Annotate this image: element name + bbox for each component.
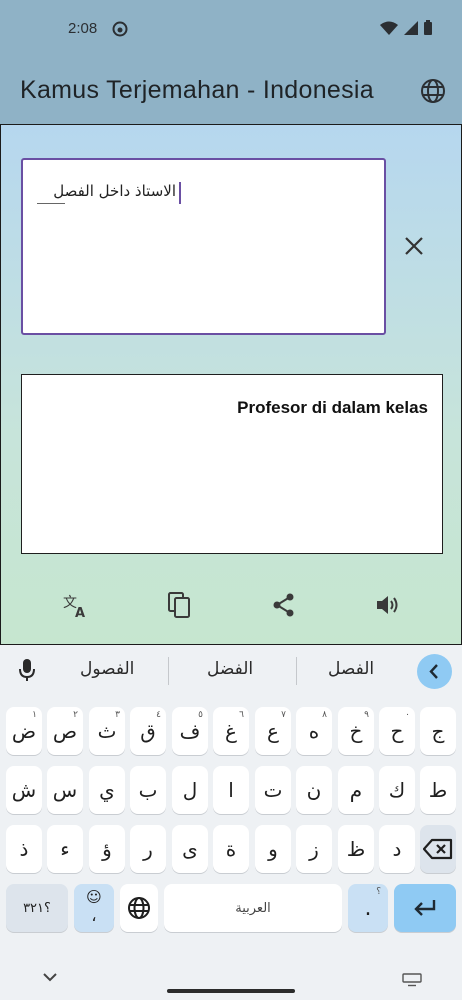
wifi-icon	[380, 21, 398, 35]
key[interactable]: ع٧	[255, 707, 291, 755]
backspace-key[interactable]	[420, 825, 456, 873]
key[interactable]: ن	[296, 766, 332, 814]
notification-icon	[112, 21, 128, 37]
enter-icon	[414, 900, 436, 916]
key[interactable]: ص٢	[47, 707, 83, 755]
keyboard-switch-icon[interactable]	[402, 973, 422, 987]
language-globe-icon[interactable]	[418, 76, 448, 106]
key[interactable]: س	[47, 766, 83, 814]
suggestion-1[interactable]: الفصول	[80, 659, 134, 679]
key[interactable]: ل	[172, 766, 208, 814]
translated-text: Profesor di dalam kelas	[237, 398, 428, 417]
key[interactable]: ر	[130, 825, 166, 873]
key[interactable]: ذ	[6, 825, 42, 873]
translate-icon[interactable]: 文 A	[62, 591, 90, 619]
key[interactable]: ا	[213, 766, 249, 814]
key[interactable]: ب	[130, 766, 166, 814]
copy-icon[interactable]	[166, 591, 194, 619]
key[interactable]: ة	[213, 825, 249, 873]
key[interactable]: ؤ	[89, 825, 125, 873]
key[interactable]: ء	[47, 825, 83, 873]
emoji-key[interactable]: ☺ ،	[74, 884, 114, 932]
key[interactable]: ط	[420, 766, 456, 814]
suggestion-2[interactable]: الفضل	[207, 659, 253, 679]
source-text: الاستاذ داخل الفصل	[53, 182, 176, 200]
svg-text:A: A	[75, 606, 85, 619]
period-key[interactable]: . ؟	[348, 884, 388, 932]
backspace-icon	[423, 838, 453, 860]
key[interactable]: ح٠	[379, 707, 415, 755]
key[interactable]: م	[338, 766, 374, 814]
enter-key[interactable]	[394, 884, 456, 932]
signal-icon	[404, 20, 418, 35]
key[interactable]: ض١	[6, 707, 42, 755]
key[interactable]: ف٥	[172, 707, 208, 755]
translation-output: Profesor di dalam kelas	[21, 374, 443, 554]
speaker-icon[interactable]	[374, 591, 402, 619]
home-indicator[interactable]	[167, 989, 295, 993]
key[interactable]: ك	[379, 766, 415, 814]
clear-icon[interactable]	[403, 235, 425, 257]
status-time: 2:08	[68, 20, 98, 37]
navigation-bar	[0, 957, 462, 1000]
suggestion-divider	[296, 657, 297, 685]
key[interactable]: ى	[172, 825, 208, 873]
chevron-down-icon[interactable]	[42, 971, 58, 983]
key[interactable]: ي	[89, 766, 125, 814]
translation-panel: الاستاذ داخل الفصل Profesor di dalam kel…	[0, 124, 462, 644]
text-caret	[179, 182, 181, 204]
key[interactable]: ث٣	[89, 707, 125, 755]
share-icon[interactable]	[270, 591, 298, 619]
key[interactable]: ت	[255, 766, 291, 814]
key[interactable]: ه٨	[296, 707, 332, 755]
key[interactable]: و	[255, 825, 291, 873]
key[interactable]: ز	[296, 825, 332, 873]
key[interactable]: ج	[420, 707, 456, 755]
key[interactable]: خ٩	[338, 707, 374, 755]
chevron-left-icon[interactable]	[417, 654, 452, 689]
keyboard: الفصول الفضل الفصل ض١ ص٢ ث٣ ق٤ ف٥ غ٦ ع٧ …	[0, 644, 462, 1000]
key[interactable]: د	[379, 825, 415, 873]
action-toolbar: 文 A	[1, 585, 462, 625]
emoji-icon: ☺	[86, 888, 102, 906]
globe-icon	[128, 897, 150, 919]
key[interactable]: ق٤	[130, 707, 166, 755]
status-bar: 2:08	[0, 0, 462, 60]
space-key[interactable]: العربية	[164, 884, 342, 932]
spell-underline	[37, 203, 65, 204]
app-bar: 2:08 Kamus Terjemahan - Indonesia	[0, 0, 462, 124]
symbols-key[interactable]: ؟٣٢١	[6, 884, 68, 932]
key[interactable]: غ٦	[213, 707, 249, 755]
microphone-icon[interactable]	[17, 658, 37, 682]
page-title: Kamus Terjemahan - Indonesia	[20, 76, 374, 104]
source-text-input[interactable]: الاستاذ داخل الفصل	[21, 158, 386, 335]
suggestion-divider	[168, 657, 169, 685]
suggestion-strip: الفصول الفضل الفصل	[0, 645, 462, 695]
globe-key[interactable]	[120, 884, 158, 932]
key[interactable]: ظ	[338, 825, 374, 873]
suggestion-3[interactable]: الفصل	[328, 659, 374, 679]
battery-icon	[424, 20, 432, 35]
key[interactable]: ش	[6, 766, 42, 814]
